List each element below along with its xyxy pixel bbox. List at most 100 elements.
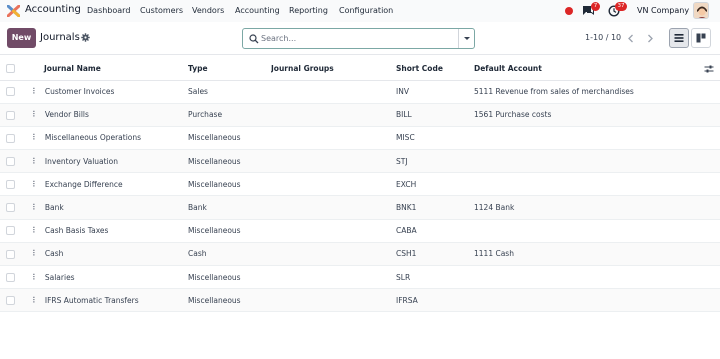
journal-type-cell[interactable]: Miscellaneous: [188, 126, 271, 151]
journal-type-cell[interactable]: Purchase: [188, 103, 271, 127]
pager-previous-button[interactable]: [622, 29, 640, 48]
short-code-cell[interactable]: MISC: [396, 126, 474, 151]
company-switcher[interactable]: VN Company: [637, 6, 689, 15]
table-row[interactable]: ⠇ Salaries Miscellaneous SLR: [0, 265, 720, 290]
journal-type-cell[interactable]: Miscellaneous: [188, 288, 271, 313]
table-row[interactable]: ⠇ Cash Basis Taxes Miscellaneous CABA: [0, 219, 720, 243]
short-code-cell[interactable]: BILL: [396, 103, 474, 127]
short-code-cell[interactable]: BNK1: [396, 195, 474, 220]
row-checkbox[interactable]: [6, 156, 15, 166]
drag-handle-icon[interactable]: ⠇: [32, 296, 38, 305]
table-row[interactable]: ⠇ Miscellaneous Operations Miscellaneous MI…: [0, 126, 720, 151]
drag-handle-icon[interactable]: ⠇: [32, 110, 38, 119]
short-code-cell[interactable]: STJ: [396, 149, 474, 174]
pager-next-button[interactable]: [641, 29, 659, 48]
journal-name-column-cell[interactable]: ⠇ Inventory Valuation: [30, 149, 188, 174]
drag-handle-icon[interactable]: ⠇: [32, 180, 38, 189]
short-code-cell[interactable]: CABA: [396, 219, 474, 243]
journal-groups-cell[interactable]: [271, 219, 396, 243]
default-account-cell[interactable]: [474, 149, 720, 174]
app-name[interactable]: Accounting: [25, 4, 81, 15]
row-checkbox[interactable]: [6, 87, 15, 97]
search-bar[interactable]: [242, 28, 475, 49]
menu-reporting[interactable]: Reporting: [289, 6, 328, 15]
journal-groups-cell[interactable]: [271, 265, 396, 290]
short-code-cell[interactable]: EXCH: [396, 172, 474, 197]
menu-vendors[interactable]: Vendors: [192, 6, 224, 15]
short-code-cell[interactable]: CSH1: [396, 242, 474, 267]
journal-groups-cell[interactable]: [271, 80, 396, 104]
row-checkbox[interactable]: [6, 272, 15, 282]
journal-type-cell[interactable]: Miscellaneous: [188, 172, 271, 197]
user-avatar[interactable]: [693, 2, 709, 19]
row-checkbox[interactable]: [6, 203, 15, 213]
row-checkbox[interactable]: [6, 180, 15, 190]
table-row[interactable]: ⠇ Inventory Valuation Miscellaneous STJ: [0, 149, 720, 174]
pager-value[interactable]: 1-10 / 10: [585, 33, 621, 42]
search-options-toggle[interactable]: [458, 29, 474, 48]
journal-type-cell[interactable]: Bank: [188, 195, 271, 220]
journal-type-cell[interactable]: Miscellaneous: [188, 149, 271, 174]
row-checkbox[interactable]: [6, 249, 15, 259]
table-row[interactable]: ⠇ Vendor Bills Purchase BILL 1561 Purchase c…: [0, 103, 720, 127]
table-row[interactable]: ⠇ Customer Invoices Sales INV 5111 Revenue f…: [0, 80, 720, 104]
default-account-cell[interactable]: [474, 288, 720, 313]
menu-dashboard[interactable]: Dashboard: [87, 6, 130, 15]
journal-name-column-cell[interactable]: ⠇ Cash: [30, 242, 188, 267]
column-settings-icon[interactable]: [704, 64, 714, 74]
table-row[interactable]: ⠇ Cash Cash CSH1 1111 Cash: [0, 242, 720, 267]
select-all-checkbox[interactable]: [6, 64, 15, 73]
menu-accounting[interactable]: Accounting: [235, 6, 280, 15]
default-account-cell[interactable]: [474, 265, 720, 290]
journal-name-column-cell[interactable]: ⠇ Cash Basis Taxes: [30, 219, 188, 243]
drag-handle-icon[interactable]: ⠇: [32, 133, 38, 142]
journal-name-column-cell[interactable]: ⠇ Miscellaneous Operations: [30, 126, 188, 151]
kanban-view-button[interactable]: [691, 28, 711, 48]
default-account-cell[interactable]: 1561 Purchase costs: [474, 103, 720, 127]
table-row[interactable]: ⠇ IFRS Automatic Transfers Miscellaneous IF…: [0, 288, 720, 313]
journal-name-column-cell[interactable]: ⠇ Exchange Difference: [30, 172, 188, 197]
drag-handle-icon[interactable]: ⠇: [32, 87, 38, 96]
journal-groups-cell[interactable]: [271, 172, 396, 197]
short-code-cell[interactable]: SLR: [396, 265, 474, 290]
journal-type-cell[interactable]: Sales: [188, 80, 271, 104]
journal-name-column-cell[interactable]: ⠇ IFRS Automatic Transfers: [30, 288, 188, 313]
short-code-cell[interactable]: INV: [396, 80, 474, 104]
drag-handle-icon[interactable]: ⠇: [32, 226, 38, 235]
journal-type-cell[interactable]: Cash: [188, 242, 271, 267]
journal-type-cell[interactable]: Miscellaneous: [188, 265, 271, 290]
gear-icon[interactable]: [81, 33, 90, 42]
default-account-cell[interactable]: 1111 Cash: [474, 242, 720, 267]
default-account-cell[interactable]: [474, 172, 720, 197]
table-row[interactable]: ⠇ Bank Bank BNK1 1124 Bank: [0, 195, 720, 220]
row-checkbox[interactable]: [6, 133, 15, 143]
journal-type-cell[interactable]: Miscellaneous: [188, 219, 271, 243]
search-input[interactable]: [261, 32, 456, 45]
drag-handle-icon[interactable]: ⠇: [32, 203, 38, 212]
journal-groups-cell[interactable]: [271, 126, 396, 151]
column-header-short-code[interactable]: Short Code: [396, 57, 474, 81]
list-view-button[interactable]: [669, 28, 689, 48]
journal-groups-cell[interactable]: [271, 195, 396, 220]
column-header-journal-name[interactable]: Journal Name: [30, 57, 188, 81]
drag-handle-icon[interactable]: ⠇: [32, 157, 38, 166]
default-account-cell[interactable]: 1124 Bank: [474, 195, 720, 220]
journal-name-column-cell[interactable]: ⠇ Salaries: [30, 265, 188, 290]
new-button[interactable]: New: [7, 28, 36, 48]
row-checkbox[interactable]: [6, 110, 15, 120]
row-checkbox[interactable]: [6, 226, 15, 236]
row-checkbox[interactable]: [6, 296, 15, 306]
drag-handle-icon[interactable]: ⠇: [32, 273, 38, 282]
journal-groups-cell[interactable]: [271, 288, 396, 313]
app-logo-icon[interactable]: [7, 5, 20, 17]
default-account-cell[interactable]: [474, 219, 720, 243]
column-header-journal-groups[interactable]: Journal Groups: [271, 57, 396, 81]
journal-name-column-cell[interactable]: ⠇ Bank: [30, 195, 188, 220]
menu-customers[interactable]: Customers: [140, 6, 183, 15]
journal-groups-cell[interactable]: [271, 149, 396, 174]
column-header-default-account[interactable]: Default Account: [474, 57, 720, 81]
short-code-cell[interactable]: IFRSA: [396, 288, 474, 313]
journal-name-column-cell[interactable]: ⠇ Vendor Bills: [30, 103, 188, 127]
table-row[interactable]: ⠇ Exchange Difference Miscellaneous EXCH: [0, 172, 720, 197]
journal-name-column-cell[interactable]: ⠇ Customer Invoices: [30, 80, 188, 104]
